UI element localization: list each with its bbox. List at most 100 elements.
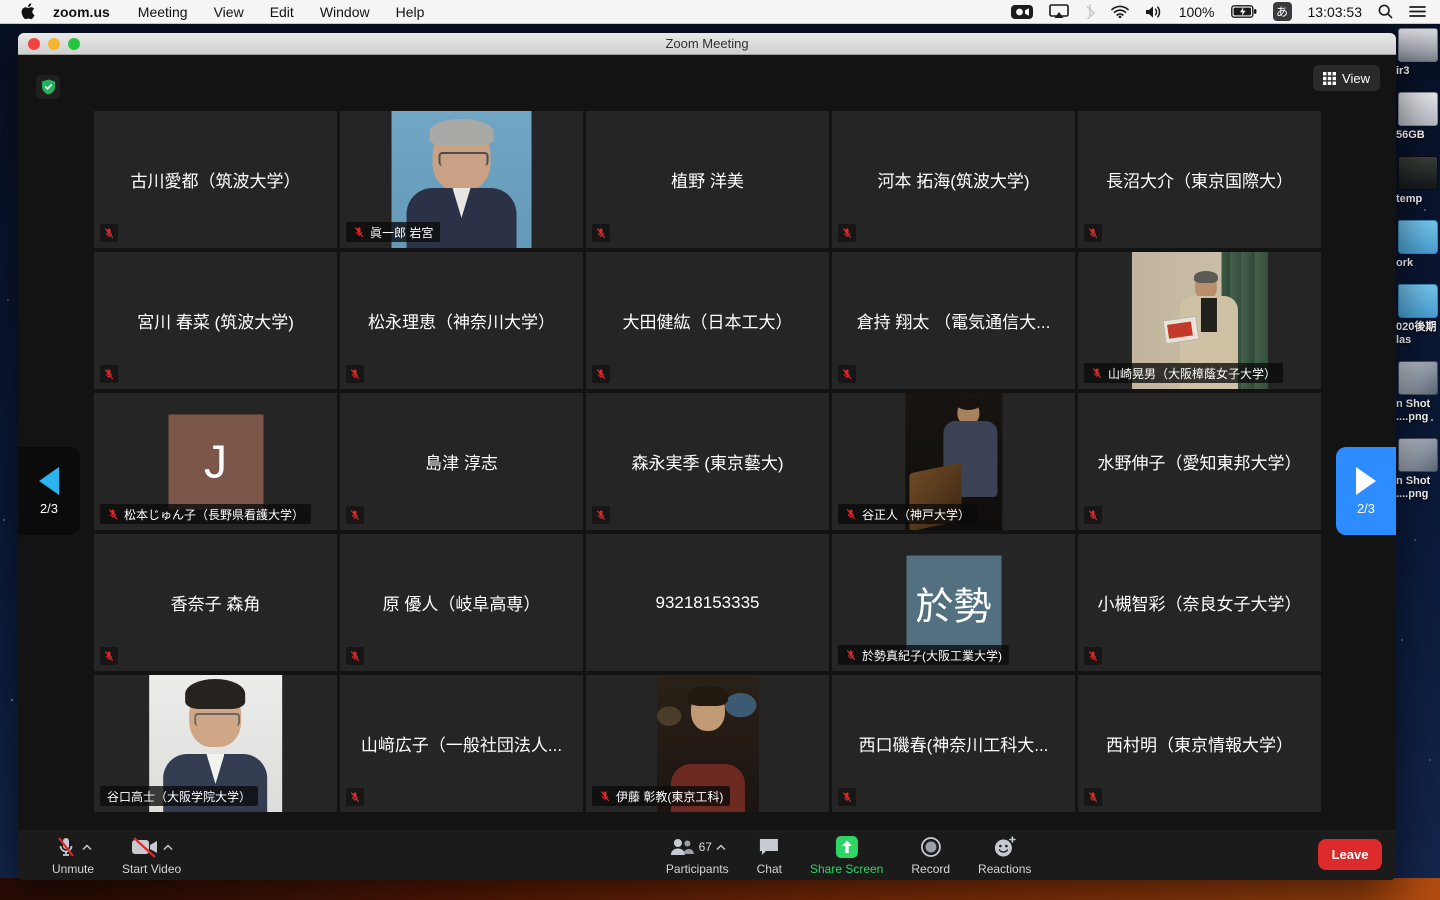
participant-name: 93218153335: [655, 592, 760, 612]
chevron-up-icon[interactable]: [716, 843, 726, 851]
menu-meeting[interactable]: Meeting: [138, 4, 188, 20]
participant-tile[interactable]: 眞一郎 岩宮: [340, 111, 583, 248]
desktop-icon-label: 56GB: [1396, 129, 1425, 141]
mute-badge: [1084, 647, 1102, 665]
close-window-button[interactable]: [28, 38, 40, 50]
screen-mirroring-icon[interactable]: [1048, 4, 1069, 19]
zoom-window-button[interactable]: [68, 38, 80, 50]
mute-badge: [346, 506, 364, 524]
desktop-icon-drive[interactable]: ir3: [1396, 28, 1440, 78]
participants-button[interactable]: 67 Participants: [652, 830, 743, 880]
folder-icon: [1398, 284, 1438, 318]
desktop-icon-column: ir3 56GB temp ork 020後期 las n Shot ....png n S…: [1396, 28, 1440, 515]
leave-button[interactable]: Leave: [1318, 839, 1382, 870]
chevron-up-icon[interactable]: [82, 843, 92, 851]
participant-tile[interactable]: 93218153335: [586, 534, 829, 671]
participants-icon: [670, 839, 694, 855]
participant-name: 倉持 翔太 （電気通信大...: [856, 313, 1051, 332]
spotlight-icon[interactable]: [1378, 4, 1393, 19]
participant-name: 山﨑広子（一般社団法人...: [360, 736, 563, 755]
muted-mic-icon: [1088, 792, 1098, 803]
bluetooth-icon[interactable]: [1085, 4, 1095, 19]
page-indicator: 2/3: [1356, 500, 1376, 516]
desktop-icon-label: n Shot ....png: [1396, 475, 1431, 500]
reactions-label: Reactions: [978, 862, 1032, 876]
participant-tile[interactable]: 森永実季 (東京藝大): [586, 393, 829, 530]
desktop-icon-shot[interactable]: n Shot ....png: [1396, 361, 1440, 424]
participant-tile[interactable]: 島津 淳志: [340, 393, 583, 530]
participant-name: 水野伸子（愛知東邦大学）: [1097, 454, 1302, 473]
participant-tile[interactable]: 原 優人（岐阜高専）: [340, 534, 583, 671]
volume-icon[interactable]: [1145, 5, 1163, 19]
desktop-icon-shot[interactable]: n Shot ....png: [1396, 438, 1440, 501]
view-button[interactable]: View: [1313, 65, 1380, 91]
minimize-window-button[interactable]: [48, 38, 60, 50]
participant-tile[interactable]: 宮川 春菜 (筑波大学): [94, 252, 337, 389]
participant-tile[interactable]: 河本 拓海(筑波大学): [832, 111, 1075, 248]
menu-view[interactable]: View: [214, 4, 244, 20]
unmute-button[interactable]: Unmute: [38, 830, 108, 880]
participant-tile[interactable]: 長沼大介（東京国際大）: [1078, 111, 1321, 248]
participant-tile[interactable]: 香奈子 森角: [94, 534, 337, 671]
participant-tile[interactable]: 山﨑広子（一般社団法人...: [340, 675, 583, 812]
participant-name: 山崎晃男（大阪樟蔭女子大学）: [1108, 366, 1277, 381]
participant-tile[interactable]: 松永理恵（神奈川大学）: [340, 252, 583, 389]
mute-badge: [1084, 788, 1102, 806]
participant-tile[interactable]: 古川愛都（筑波大学）: [94, 111, 337, 248]
battery-charging-icon[interactable]: [1230, 5, 1257, 18]
mute-badge: [838, 788, 856, 806]
dark-icon: [1398, 156, 1438, 190]
record-button[interactable]: Record: [897, 830, 964, 880]
participant-tile[interactable]: 大田健紘（日本工大）: [586, 252, 829, 389]
apple-menu-icon[interactable]: [20, 3, 35, 20]
muted-mic-icon: [596, 228, 606, 239]
window-title: Zoom Meeting: [665, 36, 749, 51]
shot-icon: [1398, 361, 1438, 395]
traffic-lights: [28, 38, 80, 50]
participant-tile[interactable]: 谷正人（神戸大学）: [832, 393, 1075, 530]
desktop-icon-folder[interactable]: 020後期 las: [1396, 284, 1440, 347]
participant-tile[interactable]: 植野 洋美: [586, 111, 829, 248]
next-page-button[interactable]: 2/3: [1336, 447, 1396, 535]
wifi-icon[interactable]: [1110, 5, 1129, 18]
input-source-icon[interactable]: あ: [1272, 2, 1292, 21]
menu-edit[interactable]: Edit: [270, 4, 294, 20]
desktop-icon-label: temp: [1396, 193, 1423, 205]
desktop-icon-label: 020後期 las: [1396, 321, 1437, 346]
start-video-label: Start Video: [122, 862, 182, 876]
menu-help[interactable]: Help: [396, 4, 425, 20]
reactions-button[interactable]: Reactions: [964, 830, 1045, 880]
chevron-up-icon[interactable]: [163, 843, 173, 851]
desktop-icon-dark[interactable]: temp: [1396, 156, 1440, 206]
menu-bar-clock[interactable]: 13:03:53: [1308, 4, 1363, 20]
participant-tile[interactable]: 西口磯春(神奈川工科大...: [832, 675, 1075, 812]
previous-page-button[interactable]: 2/3: [18, 447, 80, 535]
muted-mic-icon: [596, 369, 606, 380]
participant-tile[interactable]: 水野伸子（愛知東邦大学）: [1078, 393, 1321, 530]
muted-mic-icon: [350, 369, 360, 380]
chat-button[interactable]: Chat: [743, 830, 796, 880]
start-video-button[interactable]: Start Video: [108, 830, 195, 880]
share-screen-button[interactable]: Share Screen: [796, 830, 897, 880]
participant-tile[interactable]: 山崎晃男（大阪樟蔭女子大学）: [1078, 252, 1321, 389]
participant-tile[interactable]: J 松本じゅん子（長野県看護大学）: [94, 393, 337, 530]
notification-center-icon[interactable]: [1409, 5, 1426, 18]
security-shield-icon: [41, 79, 55, 95]
muted-mic-icon: [846, 650, 856, 661]
meeting-info-shield-button[interactable]: [36, 75, 60, 99]
desktop-icon-card[interactable]: 56GB: [1396, 92, 1440, 142]
menu-zoom-us[interactable]: zoom.us: [53, 4, 110, 20]
participant-tile[interactable]: 谷口高士（大阪学院大学）: [94, 675, 337, 812]
participant-tile[interactable]: 倉持 翔太 （電気通信大...: [832, 252, 1075, 389]
window-title-bar[interactable]: Zoom Meeting: [18, 33, 1396, 55]
desktop-icon-folder[interactable]: ork: [1396, 220, 1440, 270]
participant-tile[interactable]: 西村明（東京情報大学）: [1078, 675, 1321, 812]
participant-name: 西村明（東京情報大学）: [1106, 736, 1293, 755]
menu-window[interactable]: Window: [320, 4, 370, 20]
participant-name: 谷正人（神戸大学）: [862, 507, 971, 522]
participant-tile[interactable]: 伊藤 彰教(東京工科): [586, 675, 829, 812]
video-head: [687, 686, 728, 731]
participant-tile[interactable]: 於勢 於勢真紀子(大阪工業大学): [832, 534, 1075, 671]
zoom-camera-icon[interactable]: [1010, 4, 1033, 19]
participant-tile[interactable]: 小槻智彩（奈良女子大学）: [1078, 534, 1321, 671]
